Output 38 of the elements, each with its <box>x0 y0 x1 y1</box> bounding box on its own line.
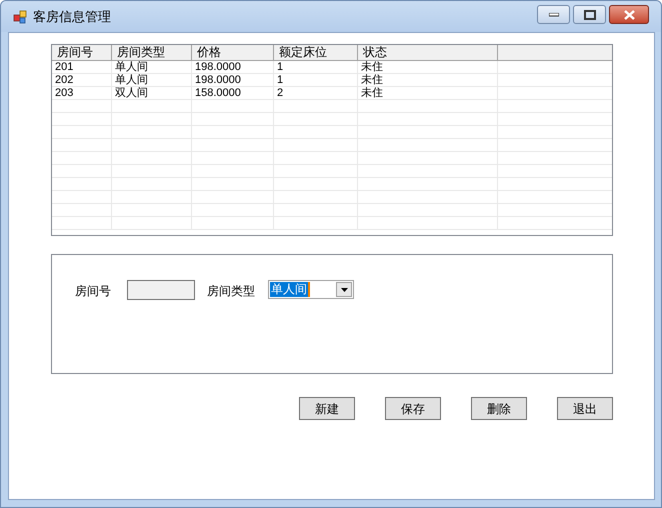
action-button[interactable]: 退出 <box>557 397 613 420</box>
window-title: 客房信息管理 <box>33 8 111 26</box>
room-number-field[interactable] <box>127 280 195 300</box>
column-header[interactable]: 房间类型 <box>112 45 192 60</box>
maximize-icon <box>584 10 596 20</box>
close-button[interactable] <box>609 5 649 24</box>
table-cell: 198.0000 <box>195 74 241 86</box>
column-header[interactable]: 状态 <box>358 45 498 60</box>
minimize-button[interactable] <box>537 5 570 24</box>
room-type-dropdown[interactable]: 单人间 <box>268 280 354 299</box>
table-cell: 1 <box>277 74 284 86</box>
action-button[interactable]: 新建 <box>299 397 355 420</box>
action-button[interactable]: 删除 <box>471 397 527 420</box>
table-cell: 158.0000 <box>195 87 241 99</box>
column-header[interactable]: 价格 <box>192 45 274 60</box>
table-cell: 单人间 <box>115 74 148 86</box>
table-cell: 2 <box>277 87 284 99</box>
maximize-button[interactable] <box>573 5 606 24</box>
action-button[interactable]: 保存 <box>385 397 441 420</box>
table-cell: 201 <box>55 61 74 73</box>
table-cell: 未住 <box>361 61 383 73</box>
table-cell: 1 <box>277 61 284 73</box>
table-cell: 未住 <box>361 87 383 99</box>
close-icon <box>624 10 634 20</box>
table-cell: 198.0000 <box>195 61 241 73</box>
column-header[interactable]: 房间号 <box>52 45 112 60</box>
table-cell: 未住 <box>361 74 383 86</box>
room-type-label: 房间类型 <box>207 283 255 300</box>
app-icon <box>13 10 27 24</box>
table-cell: 203 <box>55 87 74 99</box>
dropdown-value: 单人间 <box>270 282 310 297</box>
minimize-icon <box>548 12 558 16</box>
room-number-label: 房间号 <box>75 283 111 300</box>
table-cell: 双人间 <box>115 87 148 99</box>
table-cell: 单人间 <box>115 61 148 73</box>
column-header[interactable]: 额定床位 <box>274 45 358 60</box>
table-cell: 202 <box>55 74 74 86</box>
dropdown-arrow-icon <box>340 288 348 292</box>
